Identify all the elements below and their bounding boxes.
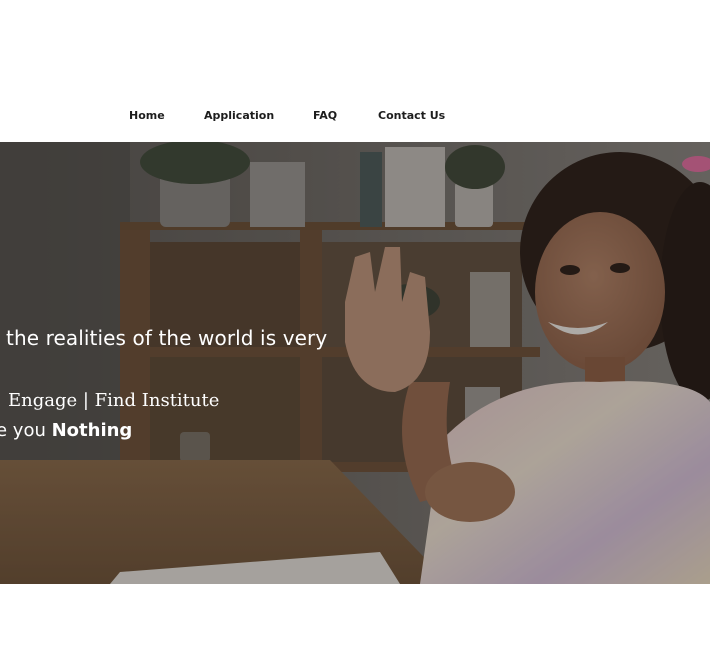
hero-subline-bold: Nothing — [51, 420, 133, 441]
nav-link-home[interactable]: Home — [129, 108, 165, 124]
hero-subline-prefix: e you — [0, 420, 52, 441]
hero-text: the realities of the world is very Engag… — [0, 142, 710, 584]
hero-banner: the realities of the world is very Engag… — [0, 142, 710, 584]
hero-subline: e you Nothing — [0, 420, 132, 441]
page: Home Application FAQ Contact Us the real… — [0, 0, 710, 650]
hero-tagline: Engage | Find Institute — [8, 390, 220, 411]
main-nav: Home Application FAQ Contact Us — [0, 108, 710, 128]
nav-link-application[interactable]: Application — [204, 108, 274, 124]
hero-headline: the realities of the world is very — [6, 326, 328, 350]
nav-link-faq[interactable]: FAQ — [313, 108, 337, 124]
nav-link-contact-us[interactable]: Contact Us — [378, 108, 445, 124]
